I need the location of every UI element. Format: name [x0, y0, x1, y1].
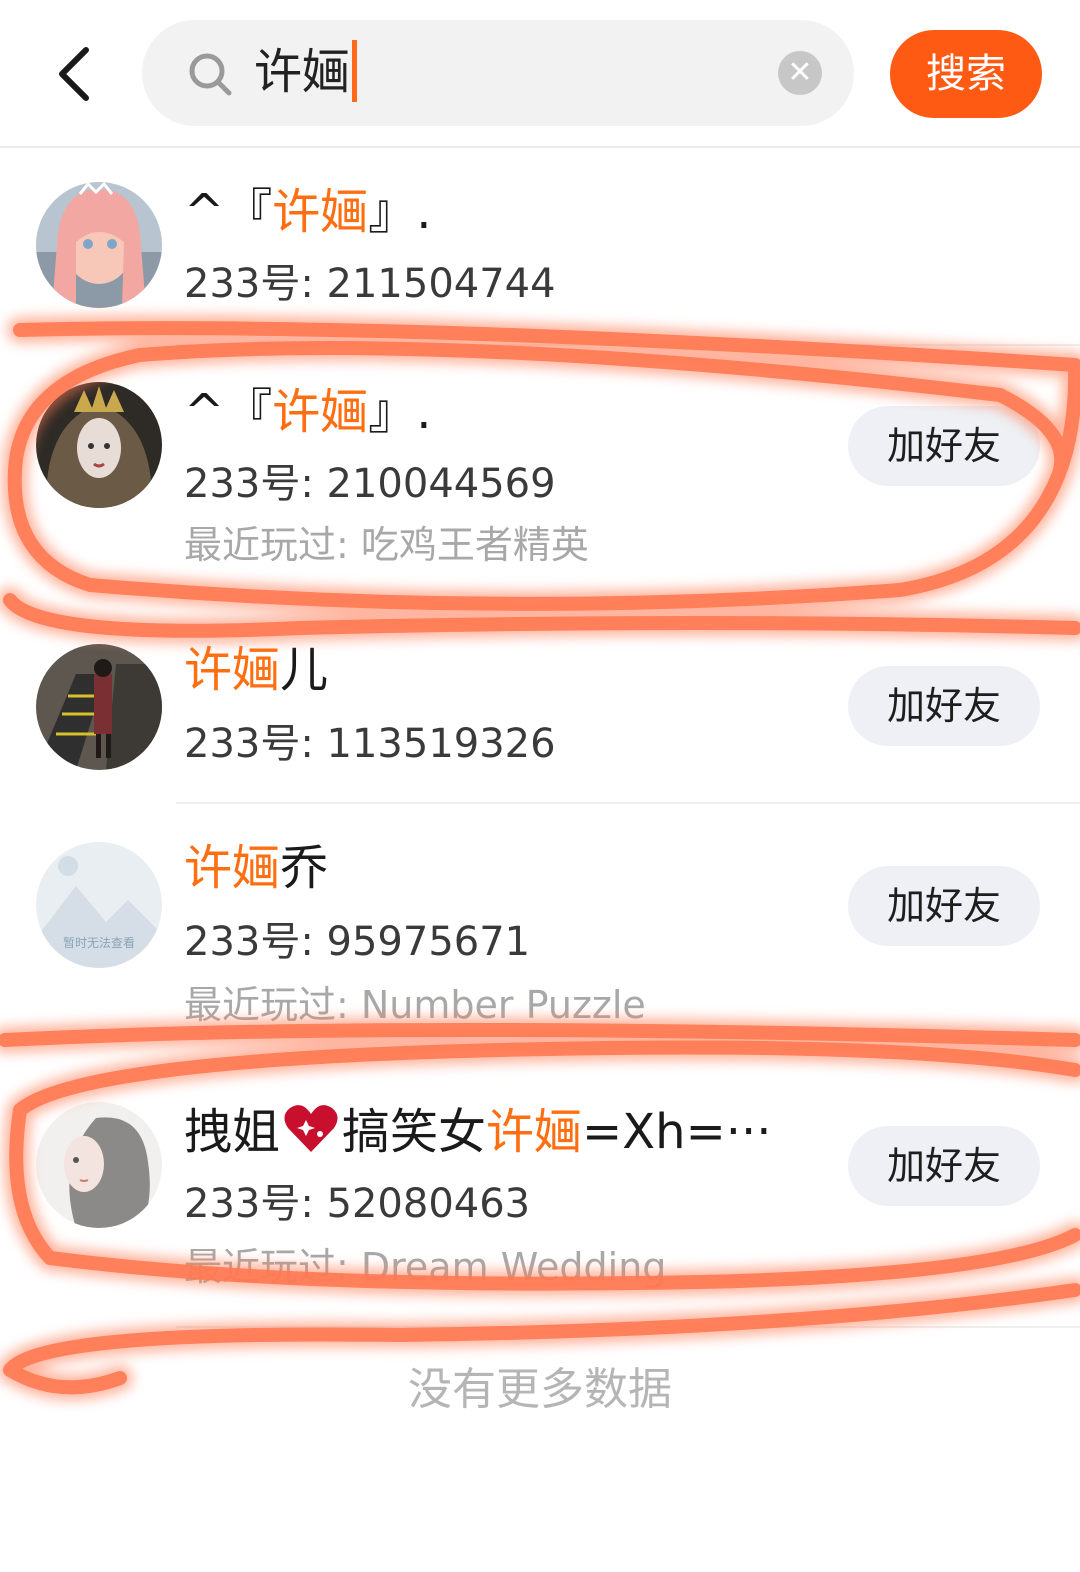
no-more-data-text: 没有更多数据 — [408, 1364, 672, 1415]
list-item[interactable]: ^『许婳』. 233号: 211504744 — [0, 146, 1080, 346]
recently-played: 最近玩过: 吃鸡王者精英 — [184, 523, 589, 567]
user-name: ^『许婳』. — [184, 184, 432, 240]
text-caret — [352, 40, 358, 102]
list-item[interactable]: 许婳儿 233号: 113519326 加好友 — [0, 614, 1080, 804]
search-button[interactable]: 搜索 — [890, 30, 1042, 118]
user-name: 许婳儿 — [184, 642, 329, 698]
add-friend-button[interactable]: 加好友 — [848, 406, 1040, 486]
clear-icon[interactable]: ✕ — [778, 51, 822, 95]
user-id: 233号: 52080463 — [184, 1181, 531, 1227]
user-name: 拽姐 搞笑女许婳=Xh=··· — [184, 1104, 772, 1160]
search-header: 许婳 ✕ 搜索 — [0, 0, 1080, 148]
list-item[interactable]: 拽姐 搞笑女许婳=Xh=··· 233号: 52080463 最近玩过: Drea… — [0, 1072, 1080, 1330]
heart-icon — [284, 1105, 338, 1152]
add-friend-button[interactable]: 加好友 — [848, 666, 1040, 746]
user-id: 233号: 95975671 — [184, 919, 531, 965]
back-arrow-icon[interactable] — [52, 44, 100, 104]
avatar-placeholder-text: 暂时无法查看 — [62, 936, 135, 950]
divider — [176, 1326, 1080, 1328]
avatar[interactable] — [36, 182, 162, 308]
search-query[interactable]: 许婳 — [254, 40, 358, 104]
add-friend-button[interactable]: 加好友 — [848, 1126, 1040, 1206]
recently-played: 最近玩过: Number Puzzle — [184, 983, 646, 1027]
user-id: 233号: 211504744 — [184, 261, 556, 307]
recently-played: 最近玩过: Dream Wedding — [184, 1245, 667, 1289]
add-friend-button[interactable]: 加好友 — [848, 866, 1040, 946]
user-name: ^『许婳』. — [184, 384, 432, 440]
avatar[interactable] — [36, 382, 162, 508]
avatar[interactable] — [36, 1102, 162, 1228]
avatar[interactable]: 暂时无法查看 — [36, 842, 162, 968]
search-icon — [189, 53, 232, 96]
user-id: 233号: 113519326 — [184, 721, 556, 767]
user-id: 233号: 210044569 — [184, 461, 556, 507]
list-item[interactable]: 暂时无法查看 许婳乔 233号: 95975671 最近玩过: Number P… — [0, 804, 1080, 1072]
list-item[interactable]: ^『许婳』. 233号: 210044569 最近玩过: 吃鸡王者精英 加好友 — [0, 346, 1080, 614]
user-name: 许婳乔 — [184, 840, 329, 896]
search-input[interactable]: 许婳 ✕ — [142, 20, 854, 126]
avatar[interactable] — [36, 644, 162, 770]
